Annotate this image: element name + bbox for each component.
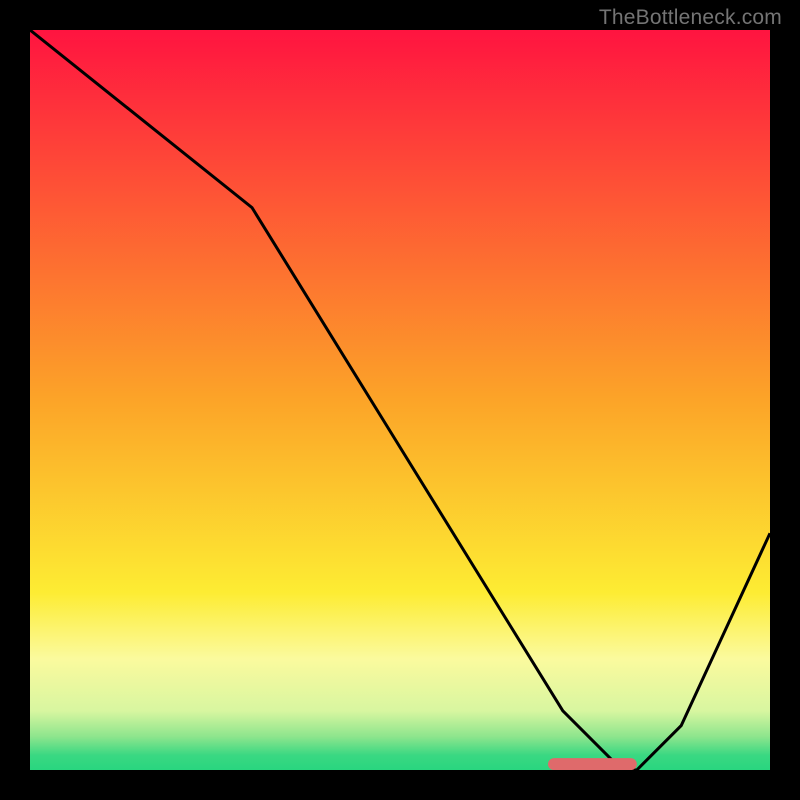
watermark-text: TheBottleneck.com bbox=[599, 6, 782, 30]
gradient-background bbox=[30, 30, 770, 770]
plot-area bbox=[30, 30, 770, 770]
chart-frame: TheBottleneck.com bbox=[0, 0, 800, 800]
optimal-range-marker bbox=[548, 758, 637, 770]
bottleneck-curve-chart bbox=[30, 30, 770, 770]
